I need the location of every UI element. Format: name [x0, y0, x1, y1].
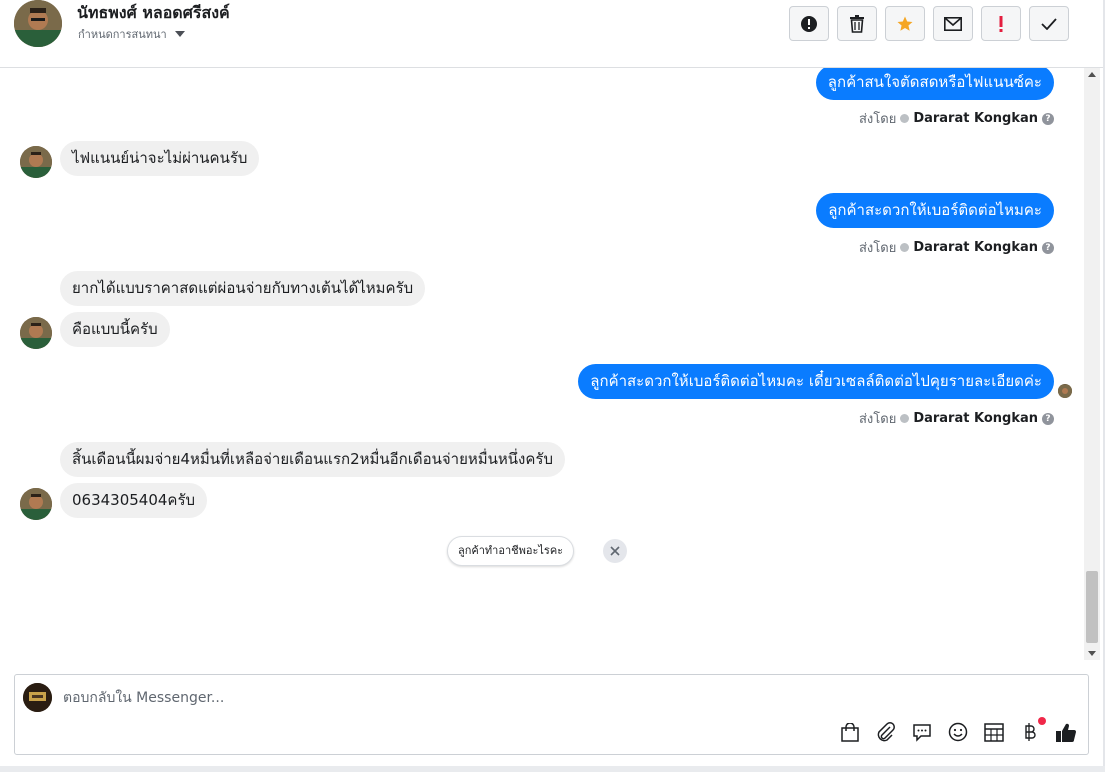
message-thread: ลูกค้าสนใจตัดสดหรือไฟแนนซ์คะ ส่งโดย Dara… [0, 68, 1084, 660]
exclamation-icon [999, 15, 1003, 32]
scroll-up-arrow-icon[interactable] [1088, 72, 1096, 77]
message-bubble[interactable]: ลูกค้าสะดวกให้เบอร์ติดต่อไหมคะ เดี๋ยวเซล… [578, 364, 1054, 399]
like-button[interactable] [1055, 721, 1077, 743]
agent-name[interactable]: Dararat Kongkan [913, 240, 1038, 255]
suggested-reply-chip[interactable]: ลูกค้าทำอาชีพอะไรคะ [447, 536, 575, 566]
bottom-border [0, 766, 1105, 772]
envelope-icon [944, 16, 962, 31]
follow-up-button[interactable] [981, 6, 1021, 41]
help-icon[interactable]: ? [1042, 112, 1054, 125]
composer-toolbar [839, 717, 1077, 743]
sent-check-icon [900, 243, 910, 252]
scroll-thumb[interactable] [1086, 571, 1098, 643]
spam-button[interactable] [789, 6, 829, 41]
seen-by-avatar [1058, 384, 1072, 398]
incoming-message: ไฟแนนย์น่าจะไม่ผ่านคนรับ [60, 141, 260, 176]
sent-by-line: ส่งโดย Dararat Kongkan ? [859, 408, 1054, 429]
sent-by-line: ส่งโดย Dararat Kongkan ? [859, 108, 1054, 129]
notification-dot [1038, 717, 1046, 725]
incoming-message: คือแบบนี้ครับ [60, 312, 170, 347]
message-bubble[interactable]: สิ้นเดือนนี้ผมจ่าย4หมื่นที่เหลือจ่ายเดือ… [60, 442, 565, 477]
close-icon [610, 546, 620, 556]
dismiss-suggestion-button[interactable] [603, 539, 627, 563]
header-actions [789, 6, 1069, 41]
sent-by-label: ส่งโดย [858, 241, 897, 256]
message-bubble[interactable]: ไฟแนนย์น่าจะไม่ผ่านคนรับ [60, 141, 260, 176]
emoji-icon [948, 722, 968, 742]
inbox-conversation-panel: นัทธพงศ์ หลอดศรีสงค์ กำหนดการสนทนา ลูกค้… [0, 0, 1105, 772]
conversation-label-text: กำหนดการสนทนา [78, 28, 167, 41]
baht-icon [1025, 723, 1036, 741]
sent-by-label: ส่งโดย [858, 112, 897, 127]
saved-replies-button[interactable] [911, 721, 933, 743]
outgoing-message: ลูกค้าสะดวกให้เบอร์ติดต่อไหมคะ [816, 193, 1054, 228]
trash-icon [850, 14, 864, 33]
conversation-label-dropdown[interactable]: กำหนดการสนทนา [78, 25, 185, 43]
incoming-message: สิ้นเดือนนี้ผมจ่าย4หมื่นที่เหลือจ่ายเดือ… [60, 442, 565, 477]
agent-name[interactable]: Dararat Kongkan [913, 111, 1038, 126]
mark-unread-button[interactable] [933, 6, 973, 41]
incoming-message: ยากได้แบบราคาสดแต่ผ่อนจ่ายกับทางเต้นได้ไ… [60, 271, 426, 306]
help-icon[interactable]: ? [1042, 241, 1054, 254]
saved-reply-icon [913, 723, 931, 742]
sent-check-icon [900, 414, 910, 423]
alert-circle-icon [801, 15, 817, 32]
contact-name: นัทธพงศ์ หลอดศรีสงค์ [77, 3, 230, 22]
shop-button[interactable] [839, 721, 861, 743]
message-bubble[interactable]: ลูกค้าสนใจตัดสดหรือไฟแนนซ์คะ [815, 68, 1054, 100]
delete-button[interactable] [837, 6, 877, 41]
incoming-message: 0634305404ครับ [60, 483, 208, 518]
payment-button[interactable] [1019, 717, 1046, 743]
outgoing-message: ลูกค้าสนใจตัดสดหรือไฟแนนซ์คะ [815, 68, 1054, 100]
paperclip-icon [877, 722, 895, 742]
table-icon [984, 722, 1004, 742]
form-button[interactable] [983, 721, 1005, 743]
thread-scrollbar[interactable] [1084, 68, 1100, 660]
sent-by-label: ส่งโดย [858, 412, 897, 427]
message-bubble[interactable]: ลูกค้าสะดวกให้เบอร์ติดต่อไหมคะ [816, 193, 1054, 228]
reply-input[interactable] [63, 687, 763, 709]
chevron-down-icon [174, 31, 185, 37]
reply-composer [14, 674, 1089, 755]
message-bubble[interactable]: คือแบบนี้ครับ [60, 312, 170, 347]
attach-button[interactable] [875, 721, 897, 743]
scroll-down-arrow-icon[interactable] [1088, 651, 1096, 656]
checkmark-icon [1041, 17, 1057, 30]
emoji-button[interactable] [947, 721, 969, 743]
thumbs-up-icon [1056, 723, 1076, 742]
conversation-header: นัทธพงศ์ หลอดศรีสงค์ กำหนดการสนทนา [0, 0, 1103, 68]
sent-check-icon [900, 114, 910, 123]
sent-by-line: ส่งโดย Dararat Kongkan ? [859, 237, 1054, 258]
agent-name[interactable]: Dararat Kongkan [913, 411, 1038, 426]
contact-avatar-small[interactable] [20, 488, 52, 520]
contact-avatar[interactable] [14, 0, 62, 47]
message-bubble[interactable]: 0634305404ครับ [60, 483, 208, 518]
outgoing-message: ลูกค้าสะดวกให้เบอร์ติดต่อไหมคะ เดี๋ยวเซล… [578, 364, 1054, 399]
message-bubble[interactable]: ยากได้แบบราคาสดแต่ผ่อนจ่ายกับทางเต้นได้ไ… [60, 271, 426, 306]
shopping-bag-icon [841, 722, 859, 742]
page-avatar [23, 683, 52, 712]
star-button[interactable] [885, 6, 925, 41]
done-button[interactable] [1029, 6, 1069, 41]
contact-avatar-small[interactable] [20, 146, 52, 178]
help-icon[interactable]: ? [1042, 412, 1054, 425]
contact-avatar-small[interactable] [20, 317, 52, 349]
star-icon [897, 16, 913, 31]
